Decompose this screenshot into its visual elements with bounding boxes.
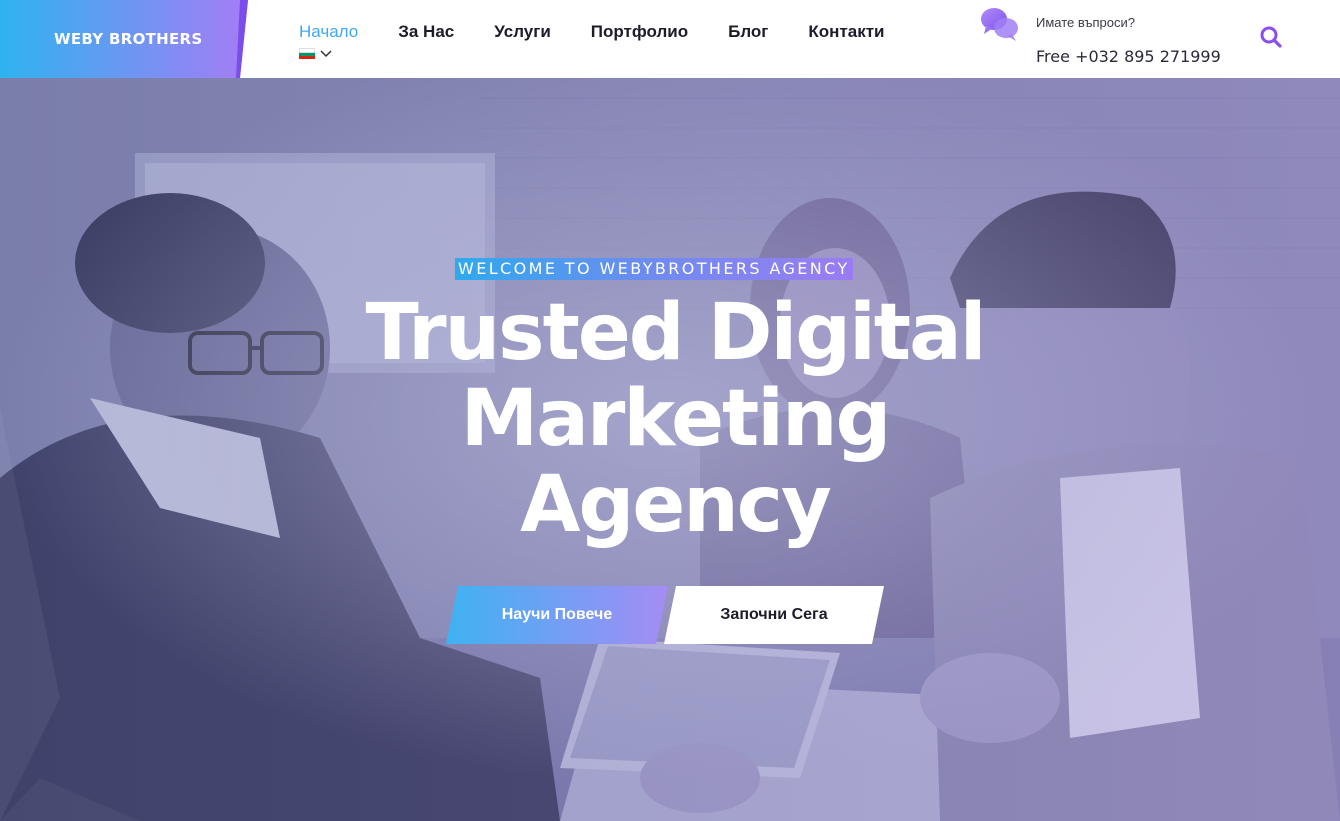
- site-header: WEBY BROTHERS Начало За Нас Услуги Портф…: [0, 0, 1340, 78]
- get-started-button[interactable]: Започни Сега: [664, 586, 884, 644]
- nav-item-services[interactable]: Услуги: [494, 22, 551, 42]
- get-started-label: Започни Сега: [720, 606, 828, 623]
- hero-section: WELCOME TO WEBYBROTHERS AGENCY Trusted D…: [0, 78, 1340, 821]
- learn-more-button[interactable]: Научи Повече: [446, 586, 668, 644]
- hero-headline-line-1: Trusted Digital: [365, 288, 987, 378]
- search-button[interactable]: [1258, 24, 1284, 50]
- contact-info: Имате въпроси? Free +032 895 271999: [980, 6, 1240, 72]
- nav-item-contacts[interactable]: Контакти: [808, 22, 884, 42]
- brand-logo[interactable]: WEBY BROTHERS: [0, 0, 248, 78]
- bulgaria-flag-icon: [299, 48, 315, 59]
- hero-headline: Trusted Digital Marketing Agency: [250, 290, 1100, 548]
- contact-question: Имате въпроси?: [1036, 15, 1135, 30]
- nav-item-portfolio[interactable]: Портфолио: [591, 22, 688, 42]
- contact-phone[interactable]: Free +032 895 271999: [1036, 47, 1221, 66]
- nav-item-home[interactable]: Начало: [299, 22, 358, 42]
- nav-item-about[interactable]: За Нас: [398, 22, 454, 42]
- hero-headline-line-2: Marketing: [460, 374, 892, 464]
- learn-more-label: Научи Повече: [501, 606, 613, 623]
- search-icon: [1260, 26, 1282, 48]
- chevron-down-icon: [320, 49, 332, 57]
- language-selector[interactable]: [299, 48, 332, 59]
- main-nav: Начало За Нас Услуги Портфолио Блог Конт…: [299, 22, 924, 42]
- chat-bubbles-icon: [981, 8, 1018, 41]
- hero-headline-line-3: Agency: [520, 460, 832, 550]
- nav-item-blog[interactable]: Блог: [728, 22, 768, 42]
- hero-eyebrow: WELCOME TO WEBYBROTHERS AGENCY: [455, 258, 853, 280]
- brand-name: WEBY BROTHERS: [54, 30, 203, 48]
